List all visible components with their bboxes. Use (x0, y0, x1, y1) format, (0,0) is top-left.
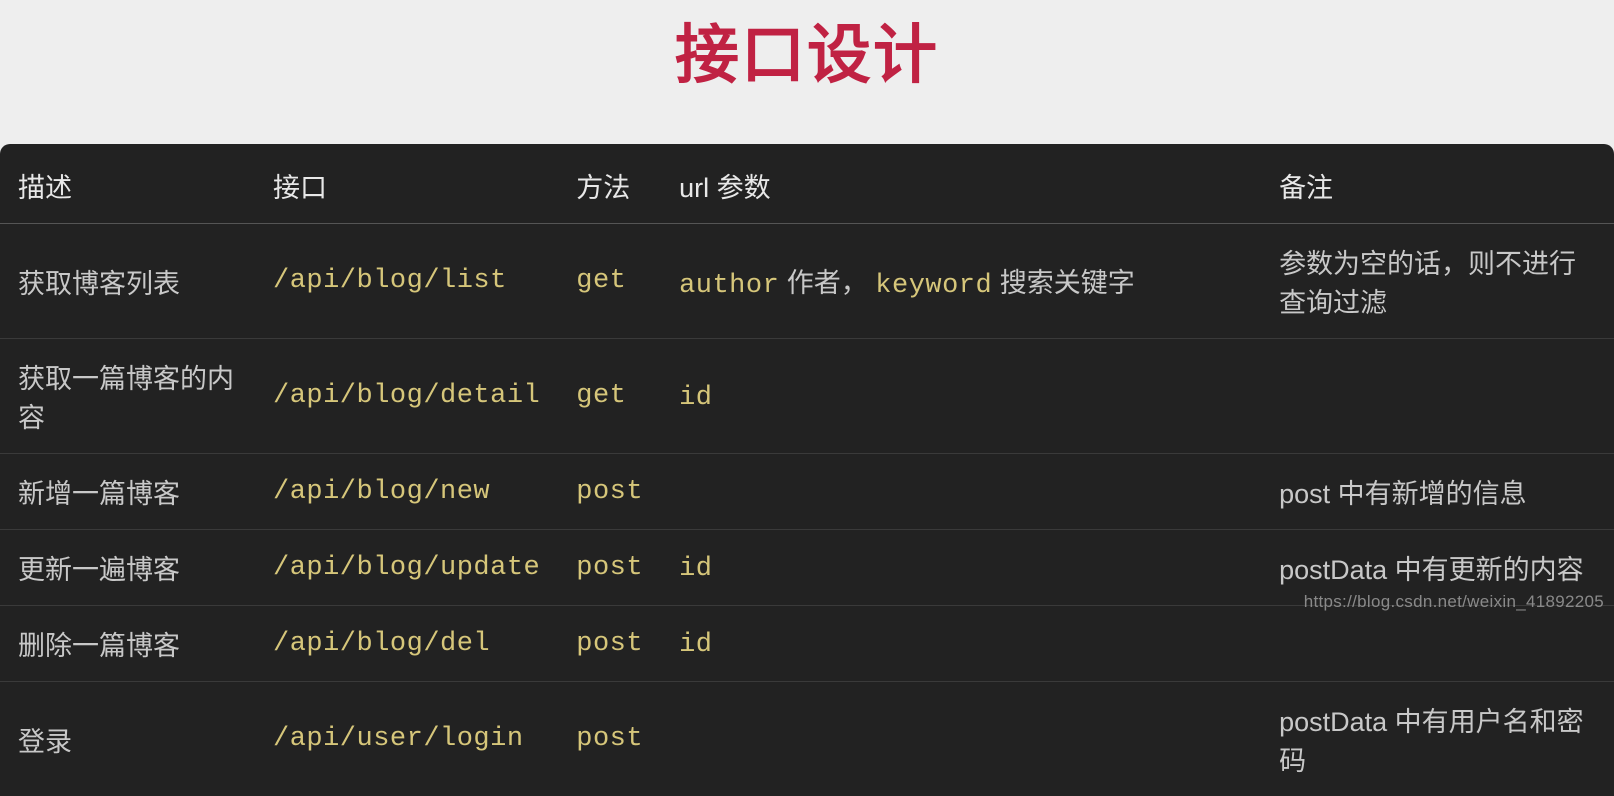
col-header-desc: 描述 (0, 144, 255, 224)
cell-params: author 作者， keyword 搜索关键字 (661, 224, 1261, 339)
cell-params: id (661, 606, 1261, 682)
cell-note: postData 中有用户名和密码 (1261, 682, 1614, 796)
table-row: 登录/api/user/loginpost postData 中有用户名和密码 (0, 682, 1614, 796)
cell-api: /api/blog/detail (255, 339, 558, 454)
cell-note (1261, 339, 1614, 454)
col-header-api: 接口 (255, 144, 558, 224)
cell-api: /api/blog/update (255, 530, 558, 606)
param-code: id (679, 554, 712, 584)
table-header-row: 描述 接口 方法 url 参数 备注 (0, 144, 1614, 224)
col-header-method: 方法 (558, 144, 661, 224)
cell-api: /api/blog/new (255, 454, 558, 530)
cell-params (661, 454, 1261, 530)
param-text: 作者， (779, 268, 875, 298)
param-code: id (679, 630, 712, 660)
cell-note: post 中有新增的信息 (1261, 454, 1614, 530)
col-header-note: 备注 (1261, 144, 1614, 224)
cell-api: /api/user/login (255, 682, 558, 796)
param-code: id (679, 383, 712, 413)
cell-method: post (558, 454, 661, 530)
cell-method: post (558, 606, 661, 682)
table-row: 获取博客列表/api/blog/listgetauthor 作者， keywor… (0, 224, 1614, 339)
cell-desc: 更新一遍博客 (0, 530, 255, 606)
cell-api: /api/blog/list (255, 224, 558, 339)
cell-method: get (558, 224, 661, 339)
watermark-text: https://blog.csdn.net/weixin_41892205 (1304, 592, 1604, 612)
api-table: 描述 接口 方法 url 参数 备注 获取博客列表/api/blog/listg… (0, 144, 1614, 796)
cell-desc: 删除一篇博客 (0, 606, 255, 682)
col-header-params: url 参数 (661, 144, 1261, 224)
page-title: 接口设计 (0, 0, 1614, 96)
table-row: 删除一篇博客/api/blog/delpostid (0, 606, 1614, 682)
cell-method: post (558, 530, 661, 606)
param-code: keyword (875, 271, 992, 301)
cell-desc: 获取博客列表 (0, 224, 255, 339)
cell-note (1261, 606, 1614, 682)
table-row: 新增一篇博客/api/blog/newpost post 中有新增的信息 (0, 454, 1614, 530)
cell-desc: 获取一篇博客的内容 (0, 339, 255, 454)
table-row: 获取一篇博客的内容/api/blog/detailgetid (0, 339, 1614, 454)
cell-params: id (661, 339, 1261, 454)
table-body: 获取博客列表/api/blog/listgetauthor 作者， keywor… (0, 224, 1614, 796)
cell-desc: 登录 (0, 682, 255, 796)
cell-params (661, 682, 1261, 796)
cell-params: id (661, 530, 1261, 606)
api-table-container: 描述 接口 方法 url 参数 备注 获取博客列表/api/blog/listg… (0, 144, 1614, 796)
cell-api: /api/blog/del (255, 606, 558, 682)
cell-desc: 新增一篇博客 (0, 454, 255, 530)
cell-note: 参数为空的话，则不进行查询过滤 (1261, 224, 1614, 339)
cell-method: get (558, 339, 661, 454)
cell-method: post (558, 682, 661, 796)
param-text: 搜索关键字 (992, 268, 1135, 298)
param-code: author (679, 271, 779, 301)
